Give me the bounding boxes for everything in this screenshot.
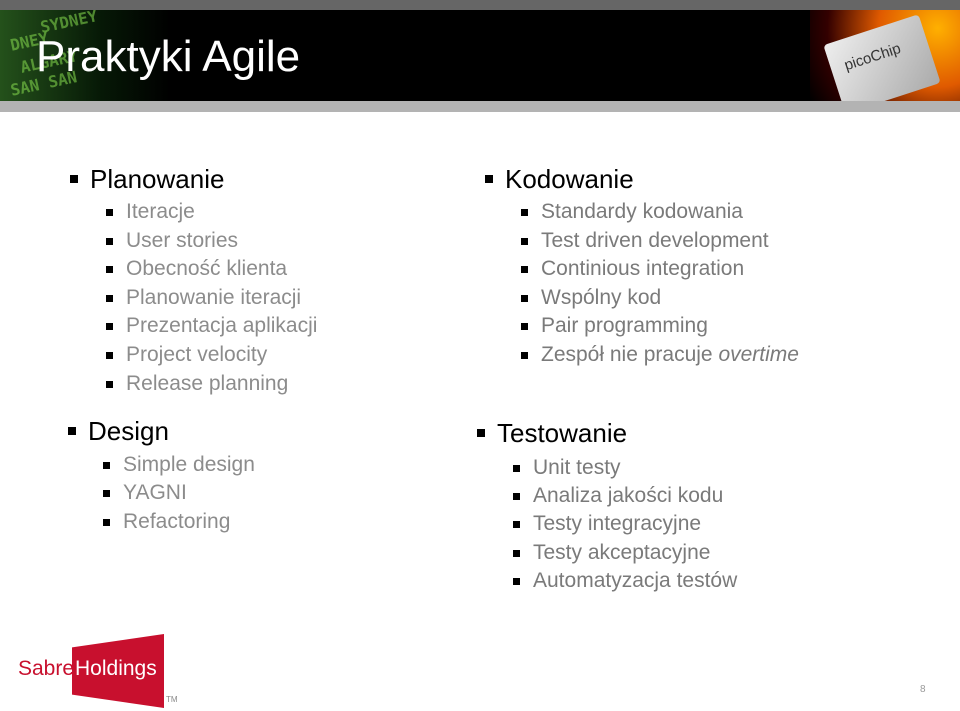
bullet-item: Simple design: [103, 453, 255, 476]
page-number: 8: [920, 684, 926, 695]
bullet-item: Standardy kodowania: [521, 200, 743, 223]
bullet-item: Analiza jakości kodu: [512, 484, 724, 508]
header-banner: SYDNEY DNEY ALGARY SAN SAN Praktyki Agile p…: [0, 10, 960, 101]
bullet-item: Test driven development: [521, 228, 769, 252]
section-heading-testowanie: Testowanie: [476, 418, 628, 448]
bullet-item: Refactoring: [102, 509, 231, 533]
bullet-item: Automatyzacja testów: [512, 568, 738, 592]
chip-label: picoChip: [842, 39, 903, 75]
bullet-item: Prezentacja aplikacji: [105, 314, 318, 338]
bullet-item: Project velocity: [105, 343, 268, 366]
emphasis-text: overtime: [718, 342, 799, 366]
section-heading-kodowanie: Kodowanie: [485, 164, 634, 194]
bullet-item: Release planning: [105, 371, 289, 395]
logo-text-sabre: Sabre: [18, 657, 75, 680]
bullet-item: Zespół nie pracuje overtime: [521, 342, 799, 367]
trademark: TM: [166, 695, 178, 704]
bullet-item: Continious integration: [520, 257, 745, 280]
bullet-item: Testy integracyjne: [512, 512, 702, 536]
bullet-item: Wspólny kod: [520, 285, 662, 309]
slide-title: Praktyki Agile: [36, 32, 301, 81]
bullet-item: Iteracje: [106, 200, 195, 223]
header-bottom-bar: [0, 101, 960, 112]
bullet-item: User stories: [105, 228, 239, 252]
bullet-item: Planowanie iteracji: [105, 285, 302, 309]
bullet-text: Zespół nie pracuje: [541, 342, 719, 366]
logo-text-holdings: Holdings: [75, 657, 157, 680]
header-top-bar: [0, 0, 960, 10]
chip-image: picoChip: [810, 10, 960, 101]
bullet-item: Unit testy: [513, 456, 621, 479]
section-heading-planowanie: Planowanie: [69, 164, 225, 194]
section-heading-design: Design: [68, 416, 169, 446]
bullet-item: Pair programming: [521, 314, 708, 337]
bullet-item: Obecność klienta: [105, 257, 288, 281]
bullet-item: Testy akceptacyjne: [512, 540, 711, 564]
bullet-item: YAGNI: [103, 481, 187, 505]
